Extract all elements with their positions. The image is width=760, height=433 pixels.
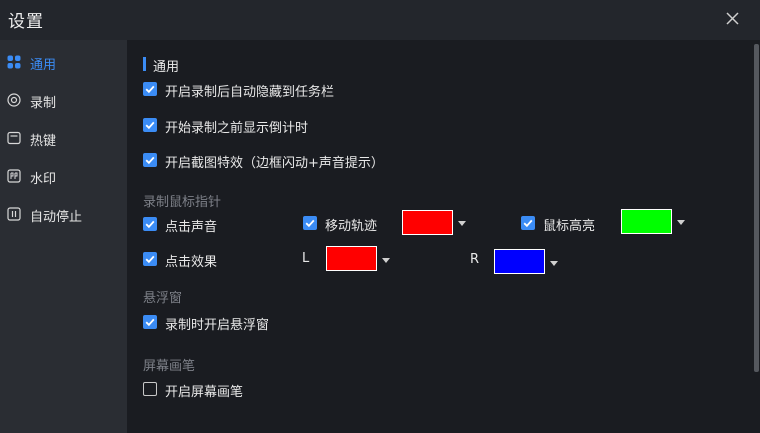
sidebar-item-label: 通用 (30, 58, 57, 73)
sidebar-item-hotkey[interactable]: 热键 (0, 120, 127, 156)
pause-icon (7, 207, 21, 221)
left-click-label: L (302, 251, 310, 266)
cursor-group-title: 录制鼠标指针 (143, 195, 222, 210)
sidebar-item-record[interactable]: 录制 (0, 82, 127, 118)
countdown-checkbox[interactable] (143, 118, 157, 132)
move-track-label: 移动轨迹 (325, 219, 378, 234)
section-accent-bar (143, 57, 146, 71)
move-track-color-swatch[interactable] (402, 210, 453, 235)
capture-effect-checkbox[interactable] (143, 153, 157, 167)
hide-to-taskbar-checkbox[interactable] (143, 82, 157, 96)
section-title: 通用 (153, 60, 180, 75)
chevron-down-icon[interactable] (677, 220, 685, 225)
keyboard-icon (7, 131, 21, 145)
chevron-down-icon[interactable] (550, 261, 558, 266)
highlight-label: 鼠标高亮 (543, 219, 596, 234)
right-click-label: R (470, 252, 480, 267)
title-bar: 设置 (0, 0, 760, 40)
chevron-down-icon[interactable] (382, 258, 390, 263)
record-icon (7, 93, 21, 107)
left-click-color-swatch[interactable] (326, 246, 377, 271)
float-window-checkbox[interactable] (143, 315, 157, 329)
sidebar-item-auto-stop[interactable]: 自动停止 (0, 196, 127, 232)
float-group-title: 悬浮窗 (143, 291, 183, 306)
highlight-color-swatch[interactable] (621, 209, 672, 234)
sidebar-item-watermark[interactable]: 水印 (0, 158, 127, 194)
sidebar-item-general[interactable]: 通用 (0, 44, 127, 80)
sidebar-item-label: 水印 (30, 172, 57, 187)
chevron-down-icon[interactable] (458, 221, 466, 226)
sidebar-item-label: 自动停止 (30, 210, 83, 225)
sidebar-item-label: 录制 (30, 96, 57, 111)
click-effect-checkbox[interactable] (143, 252, 157, 266)
move-track-checkbox[interactable] (303, 216, 317, 230)
window-title: 设置 (8, 12, 44, 32)
highlight-checkbox[interactable] (521, 216, 535, 230)
click-sound-label: 点击声音 (165, 220, 218, 235)
screen-pen-checkbox[interactable] (143, 382, 157, 396)
sidebar-item-label: 热键 (30, 134, 57, 149)
scrollbar-thumb[interactable] (754, 44, 759, 372)
close-icon[interactable] (722, 8, 744, 30)
click-effect-label: 点击效果 (165, 255, 218, 270)
screen-pen-label: 开启屏幕画笔 (165, 385, 244, 400)
sidebar: 通用 录制 热键 水印 自动停止 (0, 40, 127, 433)
watermark-icon (7, 169, 21, 183)
grid-icon (7, 55, 21, 69)
click-sound-checkbox[interactable] (143, 217, 157, 231)
countdown-label: 开始录制之前显示倒计时 (165, 121, 309, 136)
right-click-color-swatch[interactable] (494, 249, 545, 274)
float-window-label: 录制时开启悬浮窗 (165, 318, 270, 333)
hide-to-taskbar-label: 开启录制后自动隐藏到任务栏 (165, 85, 335, 100)
pen-group-title: 屏幕画笔 (143, 359, 196, 374)
capture-effect-label: 开启截图特效（边框闪动+声音提示） (165, 156, 384, 171)
